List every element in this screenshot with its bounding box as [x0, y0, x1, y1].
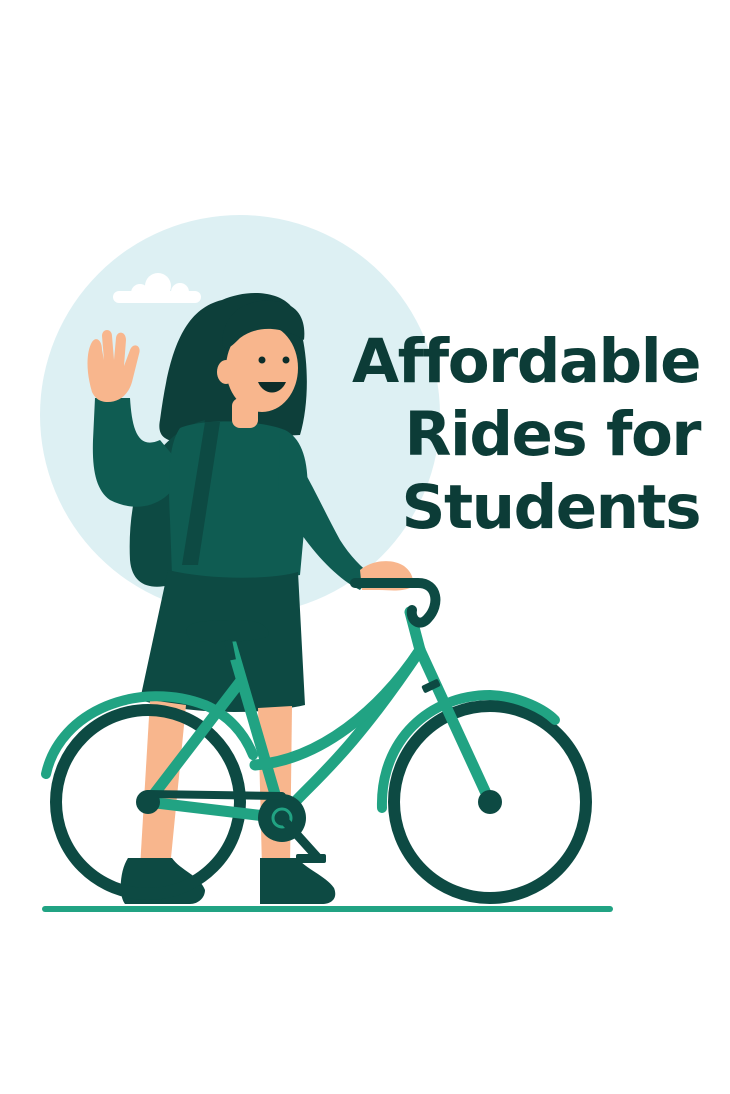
ground-line [42, 906, 613, 912]
bike-seat [186, 620, 269, 643]
headline: Affordable Rides for Students [320, 325, 702, 544]
right-shoe [260, 858, 336, 904]
poster: Affordable Rides for Students [0, 0, 730, 1094]
headline-line-2: Rides for [404, 399, 702, 470]
headline-line-3: Students [401, 472, 702, 543]
headline-line-1: Affordable [351, 326, 702, 397]
student-with-bicycle-illustration [40, 215, 613, 912]
bicycle-icon [41, 578, 592, 904]
